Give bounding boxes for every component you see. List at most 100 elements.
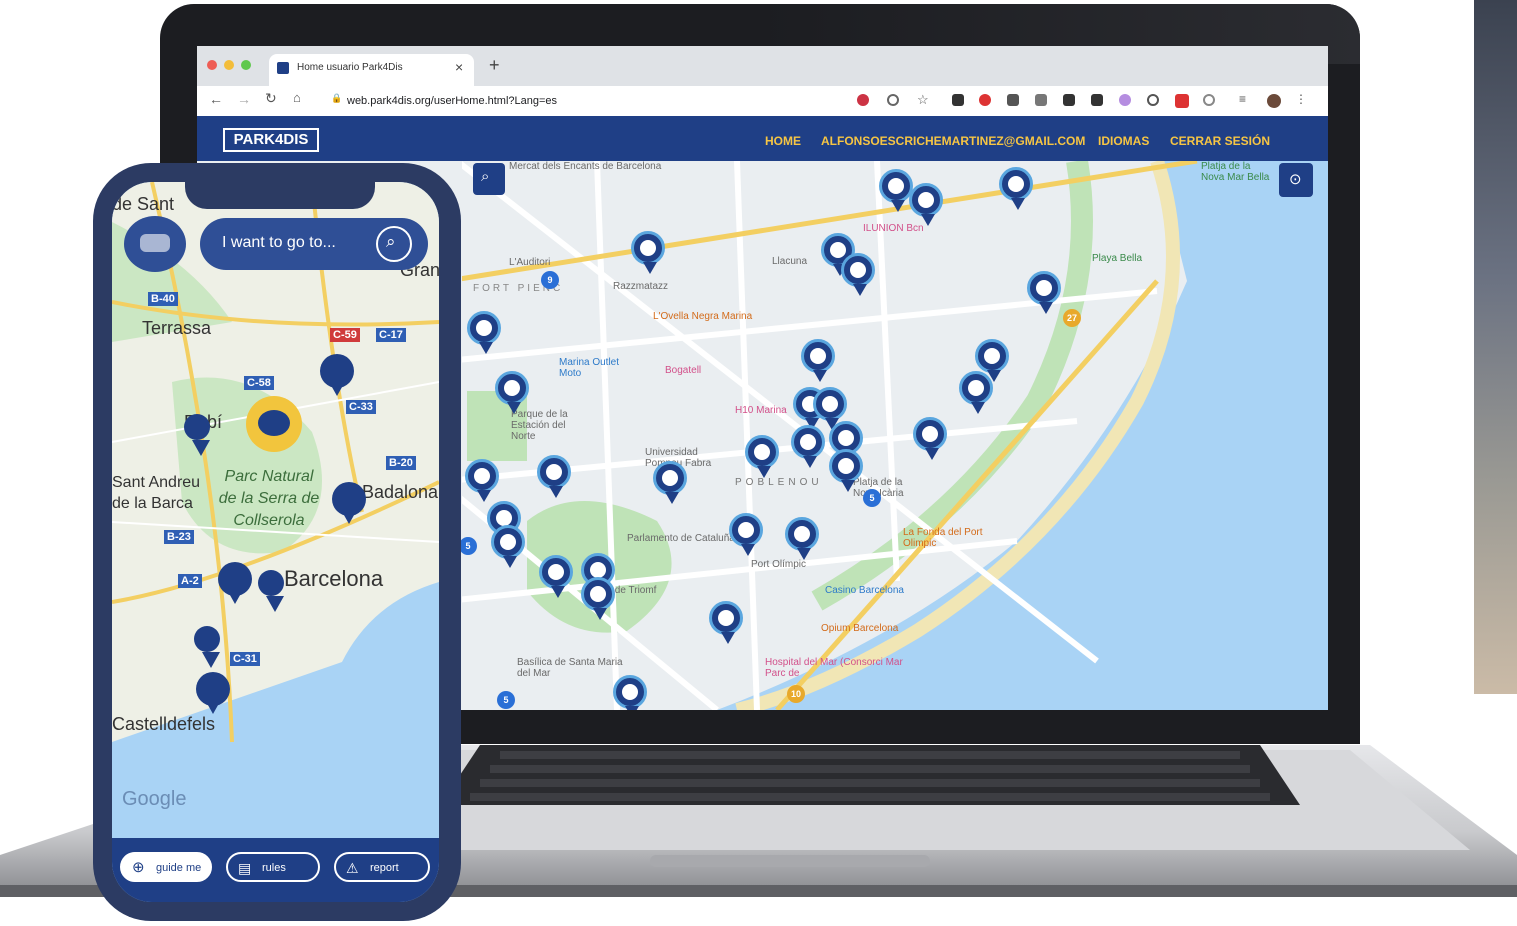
new-tab-button[interactable]: + <box>489 55 500 76</box>
parking-pin[interactable] <box>467 311 501 354</box>
extension-icon[interactable] <box>1091 94 1103 106</box>
parking-pin[interactable] <box>791 425 825 468</box>
map-label: POBLENOU <box>735 477 823 488</box>
parking-pin[interactable] <box>1027 271 1061 314</box>
avatar[interactable] <box>1267 94 1281 108</box>
parking-pin[interactable] <box>813 387 847 430</box>
parking-pin[interactable] <box>495 371 529 414</box>
menu-icon[interactable]: ⋮ <box>1295 92 1307 106</box>
site-logo[interactable]: PARK4DIS <box>223 128 319 152</box>
phone-map-label: Barcelona <box>284 566 384 591</box>
destination-search-bar[interactable]: I want to go to... ⌕ <box>200 218 428 270</box>
arrow-up-icon: ⊕ <box>132 859 145 876</box>
address-bar[interactable]: web.park4dis.org/userHome.html?Lang=es <box>347 91 867 111</box>
pin-cluster[interactable]: 5 <box>459 537 477 555</box>
parking-pin[interactable] <box>653 461 687 504</box>
parking-pin[interactable] <box>537 455 571 498</box>
parking-pin[interactable] <box>785 517 819 560</box>
reload-icon[interactable]: ↻ <box>265 90 277 107</box>
extension-icon[interactable] <box>887 94 899 106</box>
parking-pin[interactable] <box>613 675 647 710</box>
extension-icon[interactable] <box>1063 94 1075 106</box>
road-badge: C-58 <box>244 376 274 390</box>
parking-pin[interactable] <box>975 339 1009 382</box>
report-button[interactable]: ⚠ report <box>334 852 430 882</box>
search-button[interactable]: ⌕ <box>376 226 412 262</box>
extension-icon[interactable] <box>1203 94 1215 106</box>
search-icon: ⌕ <box>481 168 490 185</box>
parking-pin[interactable] <box>729 513 763 556</box>
search-input[interactable]: I want to go to... <box>222 234 336 252</box>
parking-pin[interactable] <box>539 555 573 598</box>
parking-pin[interactable] <box>909 183 943 226</box>
map-label: L'Auditori <box>509 257 551 268</box>
nav-languages[interactable]: IDIOMAS <box>1098 134 1149 148</box>
map-label: Playa Bella <box>1092 253 1143 264</box>
map-label: Platja de la Nova Mar Bella <box>1201 161 1270 183</box>
report-label: report <box>370 862 399 874</box>
extension-icon[interactable] <box>1035 94 1047 106</box>
parking-pin[interactable] <box>913 417 947 460</box>
map-label: ILUNION Bcn <box>863 223 924 234</box>
window-close-dot[interactable] <box>207 60 217 70</box>
extension-icon[interactable] <box>857 94 869 106</box>
nav-logout[interactable]: CERRAR SESIÓN <box>1170 134 1270 148</box>
nav-user-email[interactable]: ALFONSOESCRICHEMARTINEZ@GMAIL.COM <box>821 134 1085 148</box>
pin-cluster[interactable]: 27 <box>1063 309 1081 327</box>
map-label: La Fonda del Port Olimpic <box>903 527 983 549</box>
parking-pin[interactable] <box>959 371 993 414</box>
extension-icon[interactable] <box>952 94 964 106</box>
parking-pin[interactable] <box>332 482 366 524</box>
extension-icon[interactable] <box>979 94 991 106</box>
extension-icon[interactable] <box>1119 94 1131 106</box>
star-icon[interactable]: ☆ <box>917 92 929 108</box>
pin-cluster[interactable]: 5 <box>863 489 881 507</box>
parking-pin[interactable] <box>320 354 354 396</box>
close-tab-icon[interactable]: × <box>455 59 463 75</box>
window-maximize-dot[interactable] <box>241 60 251 70</box>
car-location-icon[interactable] <box>246 396 302 452</box>
forward-icon[interactable]: → <box>237 91 251 107</box>
parking-pin[interactable] <box>218 562 252 604</box>
parking-pin[interactable] <box>196 672 230 714</box>
map-label: Mercat dels Encants de Barcelona <box>509 161 662 172</box>
extension-icon[interactable] <box>1007 94 1019 106</box>
reading-list-icon[interactable]: ≡ <box>1239 92 1246 106</box>
road-badge: C-33 <box>346 400 376 414</box>
extension-icon[interactable] <box>1175 94 1189 108</box>
car-menu-button[interactable] <box>124 216 186 272</box>
locate-button[interactable]: ⊙ <box>1279 163 1313 197</box>
parking-pin[interactable] <box>879 169 913 212</box>
document-icon: ▤ <box>238 860 252 876</box>
pin-cluster[interactable]: 9 <box>541 271 559 289</box>
window-minimize-dot[interactable] <box>224 60 234 70</box>
guide-me-label: guide me <box>156 862 202 874</box>
parking-pin[interactable] <box>184 414 210 456</box>
back-icon[interactable]: ← <box>209 91 223 107</box>
pin-cluster[interactable]: 5 <box>497 691 515 709</box>
parking-pin[interactable] <box>581 577 615 620</box>
parking-pin[interactable] <box>841 253 875 296</box>
guide-me-button[interactable]: ⊕ guide me <box>120 852 212 882</box>
parking-pin[interactable] <box>194 626 220 668</box>
lock-icon: 🔒 <box>331 93 343 103</box>
parking-pin[interactable] <box>999 167 1033 210</box>
map-label: Basílica de Santa Maria del Mar <box>517 657 623 679</box>
parking-pin[interactable] <box>631 231 665 274</box>
home-icon[interactable]: ⌂ <box>293 90 301 105</box>
pin-cluster[interactable]: 10 <box>787 685 805 703</box>
parking-pin[interactable] <box>829 449 863 492</box>
extension-icon[interactable] <box>1147 94 1159 106</box>
parking-pin[interactable] <box>745 435 779 478</box>
browser-tab[interactable]: Home usuario Park4Dis × <box>269 54 474 86</box>
road-badge: B-40 <box>148 292 178 306</box>
phone-map-label: Terrassa <box>142 318 212 338</box>
parking-pin[interactable] <box>801 339 835 382</box>
parking-pin[interactable] <box>465 459 499 502</box>
parking-pin[interactable] <box>709 601 743 644</box>
nav-home[interactable]: HOME <box>765 134 801 148</box>
map-search-button[interactable]: ⌕ <box>473 163 505 195</box>
parking-pin[interactable] <box>258 570 284 612</box>
parking-pin[interactable] <box>491 525 525 568</box>
rules-button[interactable]: ▤ rules <box>226 852 320 882</box>
